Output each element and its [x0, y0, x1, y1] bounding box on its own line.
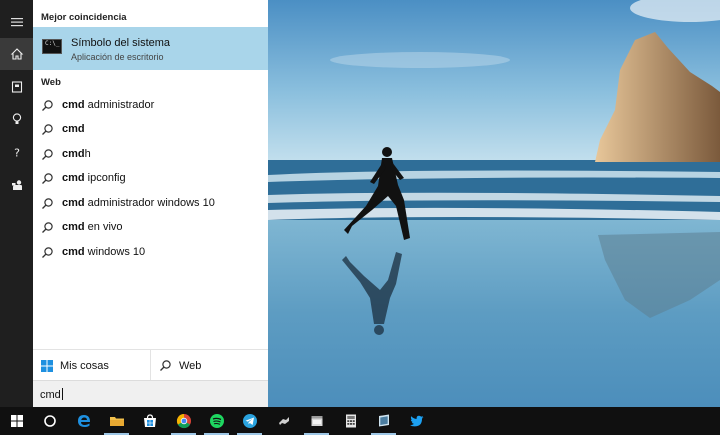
suggestion-item[interactable]: cmdh [33, 142, 268, 166]
search-input-value: cmd [40, 389, 61, 401]
search-icon [42, 221, 53, 233]
search-scope-tabs: Mis cosas Web [33, 349, 268, 381]
best-match-subtitle: Aplicación de escritorio [71, 52, 164, 62]
command-prompt-icon: C:\_ [42, 39, 62, 54]
home-icon[interactable] [0, 38, 33, 70]
app-window-icon[interactable] [300, 407, 333, 435]
windows-logo-icon [41, 359, 53, 372]
best-match-title: Símbolo del sistema [71, 37, 171, 49]
help-icon[interactable]: ? [0, 136, 33, 168]
spotify-icon[interactable] [200, 407, 233, 435]
windows-start-icon[interactable] [0, 407, 33, 435]
search-icon [42, 99, 53, 111]
best-match-header: Mejor coincidencia [41, 12, 127, 23]
search-icon [42, 123, 53, 135]
cortana-circle-icon[interactable] [33, 407, 66, 435]
web-header: Web [41, 77, 61, 88]
app-icon[interactable] [267, 407, 300, 435]
tab-web[interactable]: Web [150, 350, 268, 381]
lightbulb-icon[interactable] [0, 103, 33, 135]
suggestion-item[interactable]: cmd [33, 117, 268, 141]
suggestion-item[interactable]: cmd administrador [33, 93, 268, 117]
twitter-icon[interactable] [400, 407, 433, 435]
suggestion-item[interactable]: cmd administrador windows 10 [33, 191, 268, 215]
search-input[interactable]: cmd [33, 380, 268, 407]
feedback-icon[interactable] [0, 169, 33, 201]
suggestion-item[interactable]: cmd windows 10 [33, 240, 268, 264]
search-icon [42, 197, 53, 209]
search-icon [42, 246, 53, 258]
search-icon [42, 172, 53, 184]
search-icon [42, 148, 53, 160]
hamburger-icon[interactable] [0, 6, 33, 38]
best-match-item[interactable]: C:\_ Símbolo del sistema Aplicación de e… [33, 27, 268, 70]
notebook-icon[interactable] [0, 71, 33, 103]
file-explorer-icon[interactable] [100, 407, 133, 435]
tab-my-stuff-label: Mis cosas [60, 359, 109, 372]
search-results-panel: Mejor coincidencia C:\_ Símbolo del sist… [33, 0, 268, 407]
chrome-icon[interactable] [167, 407, 200, 435]
suggestion-item[interactable]: cmd ipconfig [33, 166, 268, 190]
svg-text:?: ? [14, 147, 20, 160]
search-icon [160, 360, 171, 371]
start-menu-rail: ? [0, 0, 33, 407]
text-caret [61, 388, 63, 400]
tab-my-stuff[interactable]: Mis cosas [33, 350, 150, 381]
command-prompt-icon[interactable] [367, 407, 400, 435]
tab-web-label: Web [179, 359, 202, 372]
telegram-icon[interactable] [233, 407, 266, 435]
edge-icon[interactable] [67, 407, 100, 435]
calculator-icon[interactable] [334, 407, 367, 435]
suggestion-item[interactable]: cmd en vivo [33, 215, 268, 239]
store-icon[interactable] [133, 407, 166, 435]
taskbar [0, 407, 720, 435]
